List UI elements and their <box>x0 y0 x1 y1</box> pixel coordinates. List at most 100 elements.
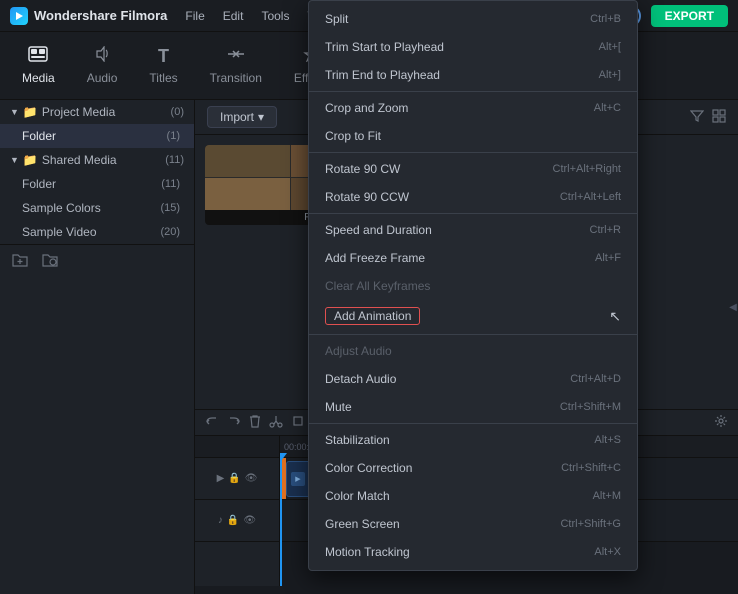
ctx-shortcut-rotate-cw: Ctrl+Alt+Right <box>553 163 621 175</box>
titles-icon: T <box>158 46 169 67</box>
redo-icon[interactable] <box>227 415 241 431</box>
eye-icon-audio[interactable]: 👁 <box>243 515 256 526</box>
menu-tools[interactable]: Tools <box>261 9 289 23</box>
audio-track-icon: ♪ <box>218 515 223 526</box>
ctx-item-color-match[interactable]: Color Match Alt+M <box>309 482 637 510</box>
ctx-shortcut-trim-start: Alt+[ <box>599 41 621 53</box>
ctx-item-detach-audio[interactable]: Detach Audio Ctrl+Alt+D <box>309 365 637 393</box>
play-icon-track: ▶ <box>217 473 225 484</box>
ctx-label-freeze: Add Freeze Frame <box>325 251 425 265</box>
track-label-1: ▶ 🔒 👁 <box>195 458 279 500</box>
ctx-item-stabilization[interactable]: Stabilization Alt+S <box>309 426 637 454</box>
filter-icon[interactable] <box>690 109 704 126</box>
sidebar-bottom-icons <box>0 244 194 278</box>
ctx-shortcut-trim-end: Alt+] <box>599 69 621 81</box>
sample-video-label: Sample Video <box>22 225 97 239</box>
resize-handle[interactable]: ◀ <box>728 180 738 434</box>
settings-icon[interactable] <box>714 414 728 431</box>
ctx-shortcut-detach-audio: Ctrl+Alt+D <box>570 373 621 385</box>
shared-folder-label: Folder <box>22 177 56 191</box>
menu-file[interactable]: File <box>185 9 204 23</box>
ctx-label-stabilization: Stabilization <box>325 433 390 447</box>
chevron-down-icon-2: ▼ <box>10 155 19 165</box>
shared-media-count: (11) <box>165 154 184 166</box>
sample-colors-item[interactable]: Sample Colors (15) <box>0 196 194 220</box>
ctx-label-split: Split <box>325 12 348 26</box>
undo-icon[interactable] <box>205 415 219 431</box>
ctx-item-rotate-ccw[interactable]: Rotate 90 CCW Ctrl+Alt+Left <box>309 183 637 211</box>
folder-count: (1) <box>167 130 180 142</box>
ctx-item-crop-fit[interactable]: Crop to Fit <box>309 122 637 150</box>
sidebar: ▼ 📁 Project Media (0) Folder (1) ▼ 📁 Sha… <box>0 100 195 594</box>
ctx-shortcut-green-screen: Ctrl+Shift+G <box>560 518 621 530</box>
lock-icon-track[interactable]: 🔒 <box>228 473 240 484</box>
menu-edit[interactable]: Edit <box>223 9 244 23</box>
shared-folder-count: (11) <box>161 178 180 190</box>
sample-colors-count: (15) <box>160 202 180 214</box>
ctx-label-adjust-audio: Adjust Audio <box>325 344 392 358</box>
ctx-item-motion-tracking[interactable]: Motion Tracking Alt+X <box>309 538 637 566</box>
ctx-shortcut-motion-tracking: Alt+X <box>594 546 621 558</box>
delete-icon[interactable] <box>249 414 261 431</box>
cut-icon[interactable] <box>269 414 283 431</box>
ctx-label-crop-zoom: Crop and Zoom <box>325 101 408 115</box>
context-menu-divider <box>309 334 637 335</box>
project-media-count: (0) <box>171 106 184 118</box>
ctx-shortcut-color-correction: Ctrl+Shift+C <box>561 462 621 474</box>
ctx-item-trim-start[interactable]: Trim Start to Playhead Alt+[ <box>309 33 637 61</box>
ctx-item-add-anim[interactable]: Add Animation ↖ <box>309 300 637 332</box>
playhead[interactable] <box>280 458 282 586</box>
add-smart-folder-icon[interactable] <box>42 253 58 270</box>
ctx-item-split[interactable]: Split Ctrl+B <box>309 5 637 33</box>
shared-folder-item[interactable]: Folder (11) <box>0 172 194 196</box>
shared-media-label: Shared Media <box>42 153 117 167</box>
app-logo-icon <box>10 7 28 25</box>
ctx-label-rotate-ccw: Rotate 90 CCW <box>325 190 409 204</box>
tab-titles[interactable]: T Titles <box>135 38 191 93</box>
ctx-shortcut-split: Ctrl+B <box>590 13 621 25</box>
lock-icon-audio[interactable]: 🔒 <box>227 515 239 526</box>
ctx-item-mute[interactable]: Mute Ctrl+Shift+M <box>309 393 637 421</box>
transition-icon <box>226 46 246 67</box>
ctx-shortcut-mute: Ctrl+Shift+M <box>560 401 621 413</box>
menu-bar: File Edit Tools Vi... <box>185 9 328 23</box>
clip-play-icon: ▶ <box>291 472 305 486</box>
ctx-shortcut-speed: Ctrl+R <box>590 224 621 236</box>
ctx-label-trim-end: Trim End to Playhead <box>325 68 440 82</box>
media-icon <box>28 46 48 67</box>
ctx-item-crop-zoom[interactable]: Crop and Zoom Alt+C <box>309 94 637 122</box>
crop-icon[interactable] <box>291 414 305 431</box>
grid-icon[interactable] <box>712 109 726 126</box>
ctx-item-color-correction[interactable]: Color Correction Ctrl+Shift+C <box>309 454 637 482</box>
ctx-item-rotate-cw[interactable]: Rotate 90 CW Ctrl+Alt+Right <box>309 155 637 183</box>
ctx-item-green-screen[interactable]: Green Screen Ctrl+Shift+G <box>309 510 637 538</box>
shared-media-section[interactable]: ▼ 📁 Shared Media (11) <box>0 148 194 172</box>
tab-transition[interactable]: Transition <box>196 38 276 93</box>
tab-media[interactable]: Media <box>8 38 69 93</box>
ctx-item-clear-kf: Clear All Keyframes <box>309 272 637 300</box>
context-menu-divider <box>309 213 637 214</box>
context-menu: Split Ctrl+B Trim Start to Playhead Alt+… <box>308 0 638 571</box>
ctx-item-trim-end[interactable]: Trim End to Playhead Alt+] <box>309 61 637 89</box>
ctx-label-crop-fit: Crop to Fit <box>325 129 381 143</box>
project-media-section[interactable]: ▼ 📁 Project Media (0) <box>0 100 194 124</box>
folder-icon-2: 📁 <box>23 153 38 167</box>
eye-icon-track[interactable]: 👁 <box>245 473 258 484</box>
export-button[interactable]: EXPORT <box>651 5 728 27</box>
app-name: Wondershare Filmora <box>34 8 167 23</box>
ctx-item-speed[interactable]: Speed and Duration Ctrl+R <box>309 216 637 244</box>
ctx-label-trim-start: Trim Start to Playhead <box>325 40 444 54</box>
ctx-label-add-anim: Add Animation <box>325 307 420 325</box>
sample-video-count: (20) <box>160 226 180 238</box>
sample-colors-label: Sample Colors <box>22 201 101 215</box>
sample-video-item[interactable]: Sample Video (20) <box>0 220 194 244</box>
ctx-item-freeze[interactable]: Add Freeze Frame Alt+F <box>309 244 637 272</box>
tab-audio[interactable]: Audio <box>73 38 132 93</box>
ctx-label-speed: Speed and Duration <box>325 223 432 237</box>
tab-titles-label: Titles <box>149 71 177 85</box>
new-folder-icon[interactable] <box>12 253 28 270</box>
ctx-shortcut-color-match: Alt+M <box>593 490 621 502</box>
project-folder-item[interactable]: Folder (1) <box>0 124 194 148</box>
import-button[interactable]: Import ▾ <box>207 106 277 128</box>
ctx-label-clear-kf: Clear All Keyframes <box>325 279 430 293</box>
